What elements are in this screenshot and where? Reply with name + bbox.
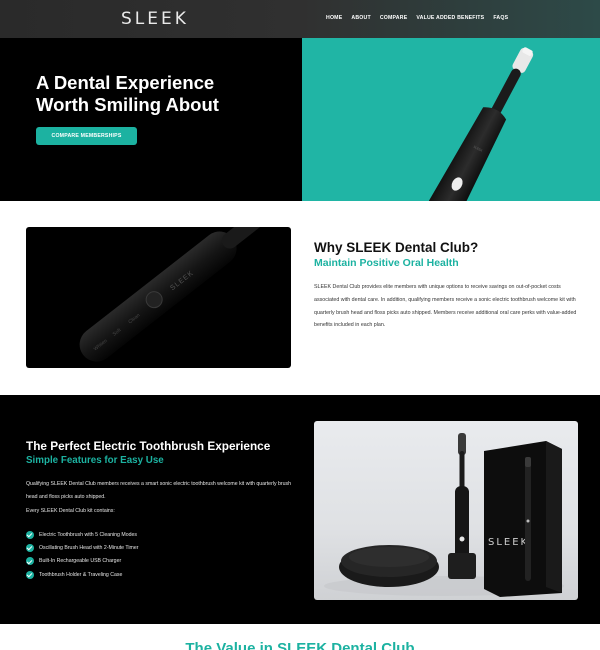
toothbrush-illustration: SLEEK: [428, 47, 534, 201]
feature-label: Toothbrush Holder & Traveling Case: [39, 571, 123, 578]
list-item: Oscillating Brush Head with 2-Minute Tim…: [26, 541, 138, 554]
toothbrush-closeup-illustration: SLEEK Clean Soft Whiten: [79, 227, 265, 362]
check-circle-icon: [26, 543, 34, 552]
list-item: Built-In Rechargeable USB Charger: [26, 555, 138, 568]
site-header: SLEEK HOME ABOUT COMPARE VALUE ADDED BEN…: [0, 0, 600, 38]
kit-contents-intro: Every SLEEK Dental Club kit contains:: [26, 508, 115, 514]
perfect-subtitle: Simple Features for Easy Use: [26, 455, 164, 466]
value-section-title: The Value in SLEEK Dental Club: [185, 640, 415, 650]
hero-title-line-2: Worth Smiling About: [36, 94, 219, 115]
site-logo[interactable]: SLEEK: [121, 9, 189, 29]
nav-faqs[interactable]: FAQS: [493, 15, 508, 21]
box-logo-text: SLEEK: [488, 537, 529, 548]
feature-label: Built-In Rechargeable USB Charger: [39, 558, 122, 565]
check-circle-icon: [26, 570, 34, 579]
compare-memberships-button[interactable]: COMPARE MEMBERSHIPS: [36, 127, 137, 145]
check-circle-icon: [26, 530, 34, 539]
nav-compare[interactable]: COMPARE: [380, 15, 408, 21]
list-item: Toothbrush Holder & Traveling Case: [26, 568, 138, 581]
why-description: SLEEK Dental Club provides elite members…: [314, 284, 577, 329]
hero-title: A Dental Experience Worth Smiling About: [36, 72, 296, 116]
nav-about[interactable]: ABOUT: [351, 15, 370, 21]
main-nav: HOME ABOUT COMPARE VALUE ADDED BENEFITS …: [326, 15, 517, 21]
why-subtitle: Maintain Positive Oral Health: [314, 257, 459, 269]
nav-value-added-benefits[interactable]: VALUE ADDED BENEFITS: [416, 15, 484, 21]
perfect-description: Qualifying SLEEK Dental Club members rec…: [26, 481, 291, 500]
why-toothbrush-image: SLEEK Clean Soft Whiten: [26, 227, 291, 368]
feature-label: Electric Toothbrush with 5 Cleaning Mode…: [39, 531, 137, 538]
check-circle-icon: [26, 557, 34, 566]
hero-title-line-1: A Dental Experience: [36, 72, 215, 93]
list-item: Electric Toothbrush with 5 Cleaning Mode…: [26, 528, 138, 541]
perfect-title: The Perfect Electric Toothbrush Experien…: [26, 439, 271, 453]
kit-feature-list: Electric Toothbrush with 5 Cleaning Mode…: [26, 528, 138, 581]
welcome-kit-image: SLEEK: [314, 421, 578, 600]
feature-label: Oscillating Brush Head with 2-Minute Tim…: [39, 544, 139, 551]
hero-toothbrush-image: SLEEK: [302, 38, 600, 201]
hero-panel: [0, 38, 302, 201]
welcome-kit-illustration: SLEEK: [324, 433, 564, 597]
nav-home[interactable]: HOME: [326, 15, 342, 21]
why-title: Why SLEEK Dental Club?: [314, 240, 479, 255]
